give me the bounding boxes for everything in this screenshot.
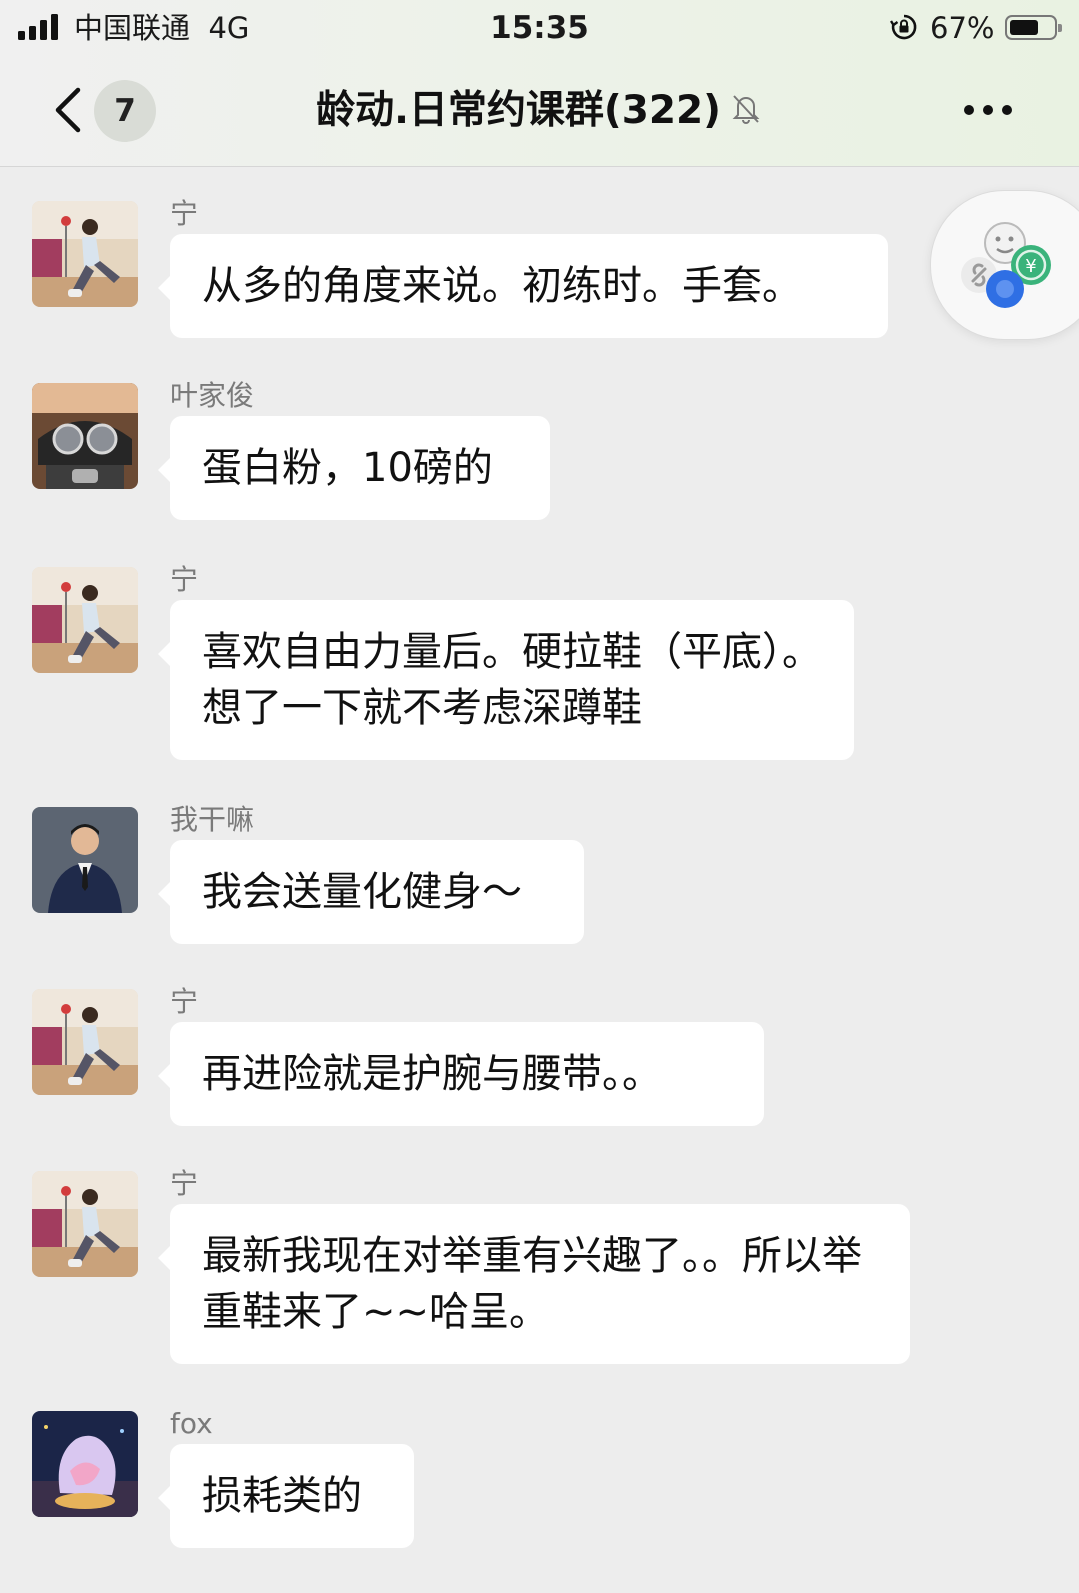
avatar-man-in-suit: [32, 807, 138, 913]
sender-name: 宁: [170, 563, 199, 596]
avatar[interactable]: [32, 567, 138, 673]
message-bubble[interactable]: 蛋白粉，10磅的: [158, 416, 550, 520]
battery-icon: [1005, 15, 1062, 40]
chat-title[interactable]: 龄动.日常约课群(322): [0, 86, 1079, 136]
message-bubble[interactable]: 再进险就是护腕与腰带。。: [158, 1022, 764, 1126]
message-list[interactable]: 宁 从多的角度来说。初练时。手套。 叶家俊 蛋白粉，10磅的 宁 喜欢自由力量后…: [0, 166, 1079, 1593]
avatar[interactable]: [32, 989, 138, 1095]
avatar[interactable]: [32, 1171, 138, 1277]
sender-name: fox: [170, 1407, 213, 1440]
avatar-boy-kicking: [32, 989, 138, 1095]
avatar-motorcycle-dashboard: [32, 383, 138, 489]
sender-name: 宁: [170, 197, 199, 230]
group-name: 龄动.日常约课群(322): [316, 88, 721, 133]
message-bubble[interactable]: 喜欢自由力量后。硬拉鞋（平底）。想了一下就不考虑深蹲鞋: [158, 600, 854, 760]
sender-name: 宁: [170, 985, 199, 1018]
message-bubble[interactable]: 最新我现在对举重有兴趣了。。所以举重鞋来了~~哈呈。: [158, 1204, 910, 1364]
avatar-boy-kicking: [32, 567, 138, 673]
message-bubble[interactable]: 我会送量化健身～: [158, 840, 584, 944]
avatar-boy-kicking: [32, 1171, 138, 1277]
avatar[interactable]: [32, 1411, 138, 1517]
status-bar: 中国联通 4G 15:35 67%: [0, 0, 1079, 56]
sender-name: 宁: [170, 1167, 199, 1200]
message-bubble[interactable]: 损耗类的: [158, 1444, 414, 1548]
rotation-lock-icon: [890, 14, 917, 40]
battery-fill: [1010, 20, 1038, 35]
avatar[interactable]: [32, 201, 138, 307]
avatar-boy-kicking: [32, 201, 138, 307]
avatar-glowing-crystal: [32, 1411, 138, 1517]
battery-percent: 67%: [930, 11, 995, 45]
sender-name: 叶家俊: [170, 379, 255, 412]
sender-name: 我干嘛: [170, 803, 255, 836]
bell-muted-icon: [732, 95, 760, 124]
battery-nub: [1058, 24, 1062, 32]
avatar[interactable]: [32, 383, 138, 489]
message-bubble[interactable]: 从多的角度来说。初练时。手套。: [158, 234, 888, 338]
chat-header: 7 龄动.日常约课群(322): [0, 56, 1079, 167]
more-dots-icon[interactable]: [960, 84, 1030, 136]
avatar[interactable]: [32, 807, 138, 913]
